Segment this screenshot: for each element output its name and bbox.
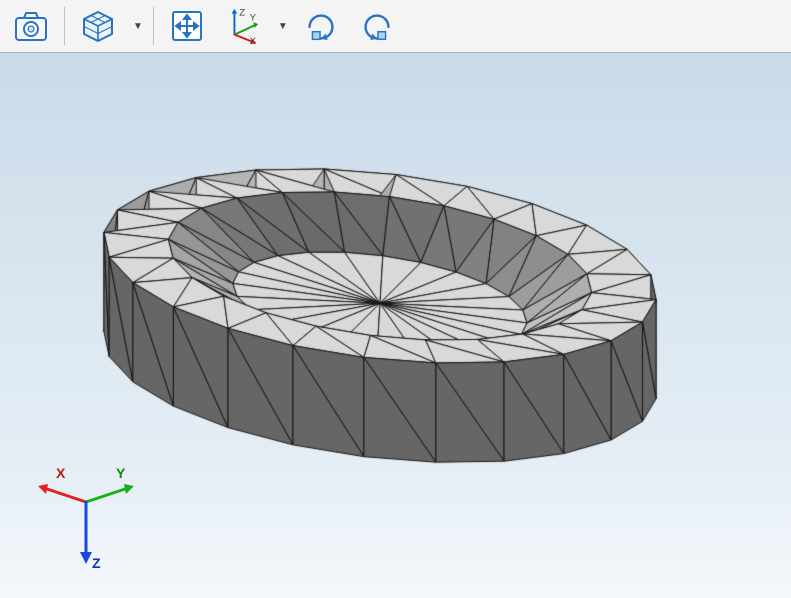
camera-icon — [11, 6, 51, 46]
axis-orientation-button[interactable]: Z Y X — [216, 4, 270, 48]
screenshot-button[interactable] — [4, 4, 58, 48]
rotate-ccw-icon — [357, 6, 397, 46]
rotate-cw-icon — [301, 6, 341, 46]
axis-label-x: X — [250, 36, 257, 47]
axis-label-y: Y — [250, 12, 257, 23]
rotate-ccw-button[interactable] — [350, 4, 404, 48]
app-root: ▼ — [0, 0, 791, 598]
scene-light-dropdown[interactable]: ▼ — [129, 21, 147, 32]
scene-light-button[interactable] — [71, 4, 125, 48]
move-arrows-icon — [167, 6, 207, 46]
axis-triad-icon: Z Y X — [223, 6, 263, 46]
triad-label-z: Z — [92, 555, 101, 571]
rotate-cw-button[interactable] — [294, 4, 348, 48]
toolbar-separator — [64, 7, 65, 45]
toolbar-separator — [153, 7, 154, 45]
orientation-triad: X Y Z — [26, 460, 146, 580]
cube-icon — [78, 6, 118, 46]
pan-button[interactable] — [160, 4, 214, 48]
graphics-viewport[interactable]: X Y Z — [0, 53, 791, 598]
axis-orientation-dropdown[interactable]: ▼ — [274, 21, 292, 32]
axis-label-z: Z — [239, 8, 245, 19]
graphics-toolbar: ▼ — [0, 0, 791, 53]
triad-label-x: X — [56, 465, 66, 481]
triad-label-y: Y — [116, 465, 126, 481]
